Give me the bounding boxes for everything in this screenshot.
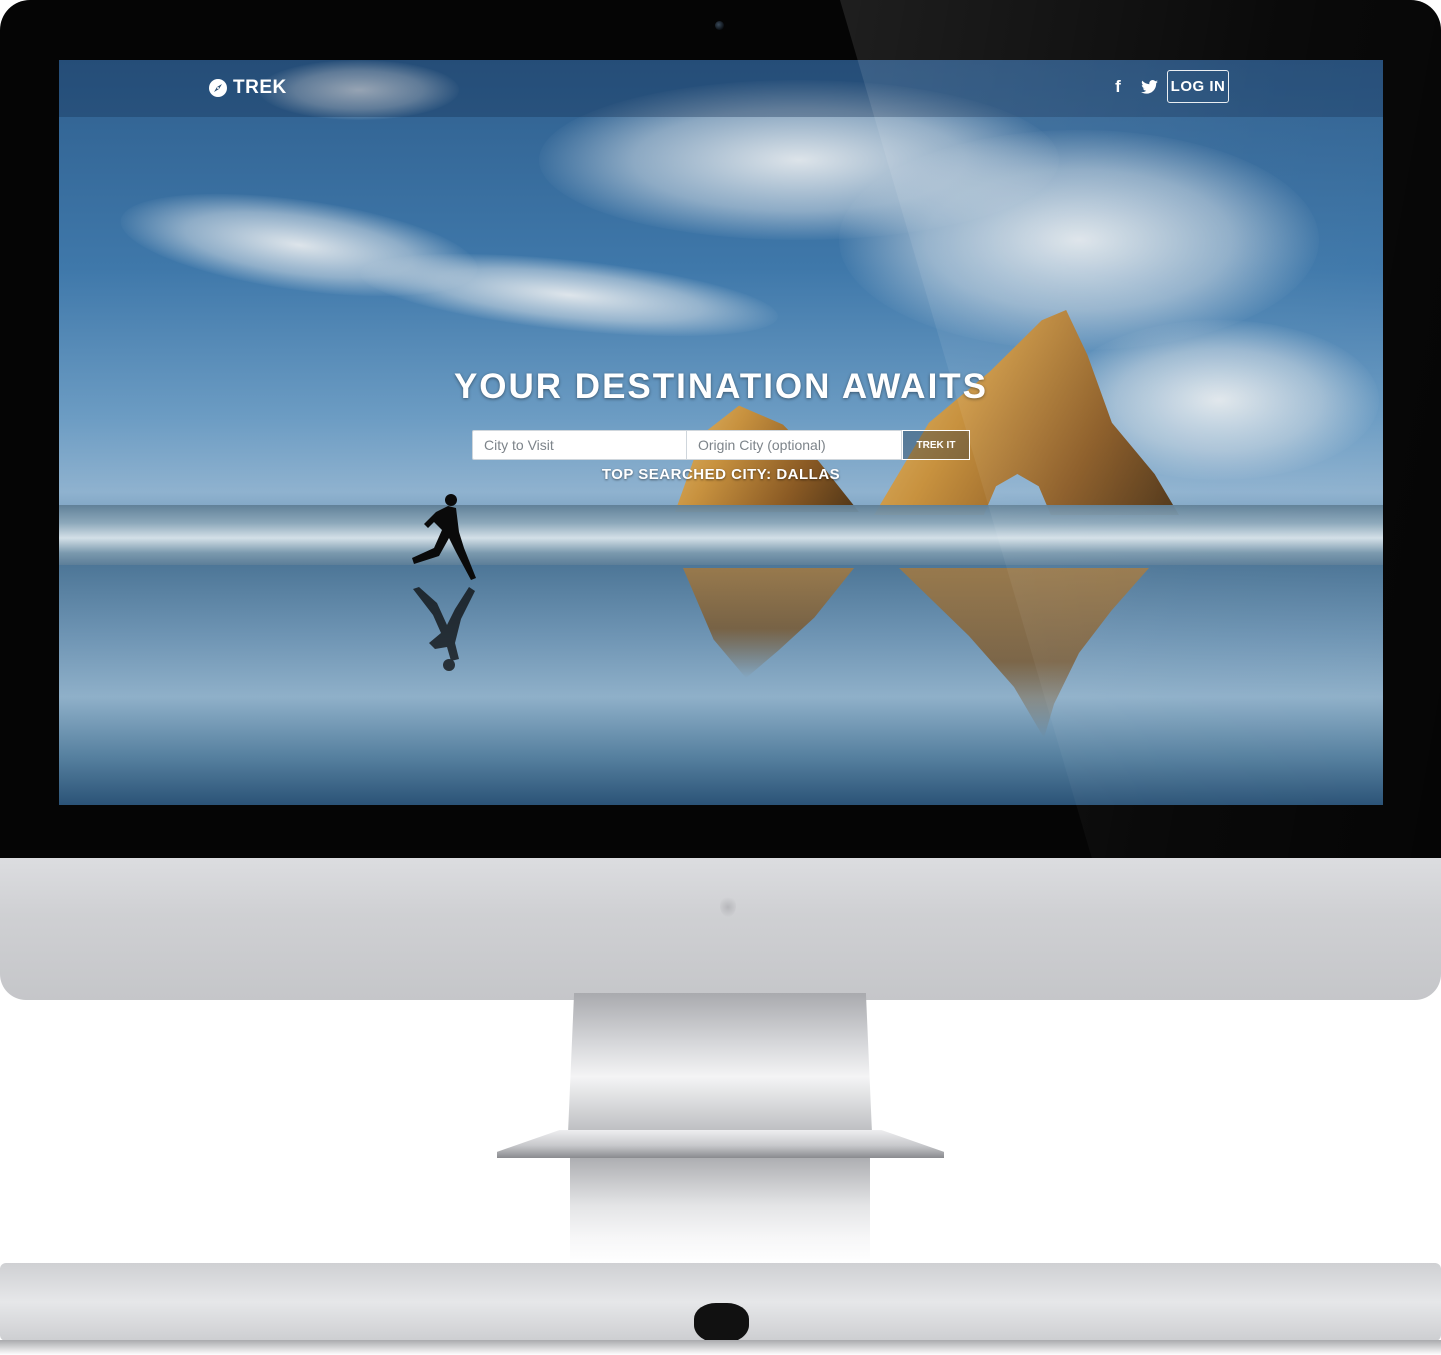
origin-city-input[interactable]	[687, 430, 902, 460]
background-cloud	[356, 238, 782, 352]
monitor-stand	[568, 993, 872, 1133]
apple-logo-reflection	[694, 1303, 749, 1343]
trek-it-button[interactable]: TREK IT	[902, 430, 970, 460]
login-button[interactable]: LOG IN	[1167, 70, 1229, 103]
compass-icon	[209, 79, 227, 97]
webcam	[715, 21, 724, 30]
stand-reflection	[570, 1158, 870, 1264]
runner-reflection	[413, 587, 475, 671]
navbar: TREK f LOG IN	[59, 60, 1383, 117]
search-form: TREK IT	[472, 430, 970, 460]
city-to-visit-input[interactable]	[472, 430, 687, 460]
background-cloud	[839, 130, 1319, 350]
base-shadow	[0, 1340, 1441, 1355]
apple-logo-faint	[720, 895, 736, 917]
website-screen: TREK f LOG IN YOUR DESTINATION AWAITS TR…	[59, 60, 1383, 805]
twitter-icon[interactable]	[1138, 76, 1160, 98]
facebook-icon[interactable]: f	[1107, 76, 1129, 98]
runner-silhouette	[412, 494, 476, 580]
ocean	[59, 505, 1383, 565]
brand-name: TREK	[233, 77, 287, 98]
top-searched-city: TOP SEARCHED CITY: DALLAS	[601, 466, 841, 483]
monitor-chin	[0, 858, 1441, 1000]
hero-title: YOUR DESTINATION AWAITS	[453, 367, 989, 406]
monitor-stand-foot	[497, 1130, 944, 1158]
brand-logo[interactable]: TREK	[209, 76, 287, 100]
